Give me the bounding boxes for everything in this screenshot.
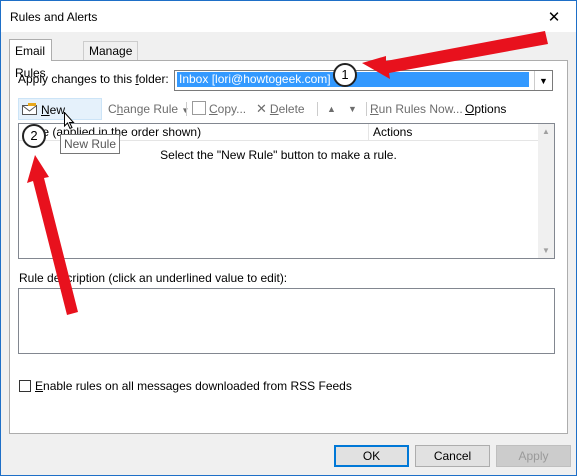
annotation-arrows — [27, 31, 548, 315]
tab-label: Email Rules — [15, 44, 46, 80]
callout-badge-2: 2 — [22, 124, 46, 148]
arrow-1 — [362, 31, 548, 79]
arrow-2 — [27, 155, 78, 315]
tab-email-rules[interactable]: Email Rules — [9, 39, 52, 80]
callout-badge-1: 1 — [333, 63, 357, 87]
